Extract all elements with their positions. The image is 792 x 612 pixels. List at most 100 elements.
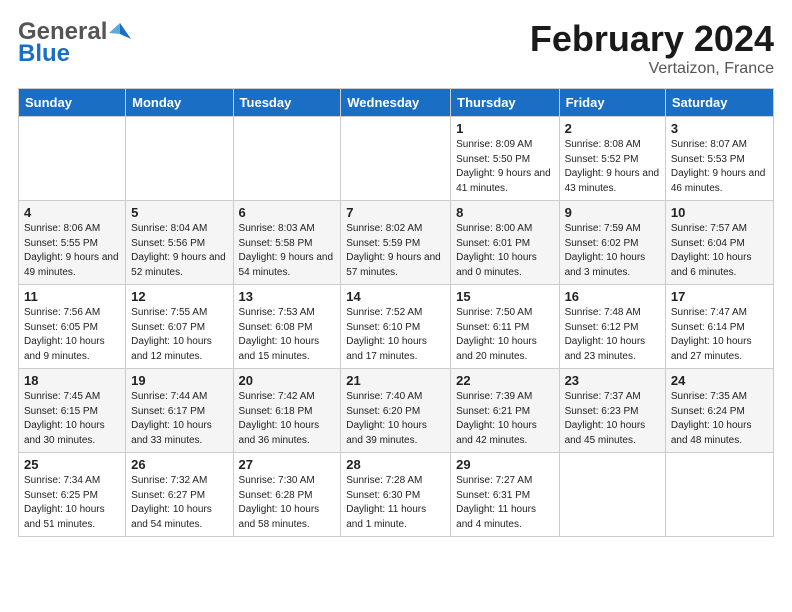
day-cell: 26 Sunrise: 7:32 AMSunset: 6:27 PMDayligh… bbox=[126, 453, 233, 537]
day-info: Sunrise: 7:35 AMSunset: 6:24 PMDaylight:… bbox=[671, 390, 768, 448]
day-header-monday: Monday bbox=[126, 89, 233, 117]
day-number: 16 bbox=[565, 289, 660, 304]
day-cell: 21 Sunrise: 7:40 AMSunset: 6:20 PMDayligh… bbox=[341, 369, 451, 453]
day-cell: 23 Sunrise: 7:37 AMSunset: 6:23 PMDayligh… bbox=[559, 369, 665, 453]
day-cell: 5 Sunrise: 8:04 AMSunset: 5:56 PMDaylight… bbox=[126, 201, 233, 285]
day-info: Sunrise: 7:45 AMSunset: 6:15 PMDaylight:… bbox=[24, 390, 120, 448]
day-number: 11 bbox=[24, 289, 120, 304]
day-info: Sunrise: 7:40 AMSunset: 6:20 PMDaylight:… bbox=[346, 390, 445, 448]
day-number: 26 bbox=[131, 457, 227, 472]
day-cell: 22 Sunrise: 7:39 AMSunset: 6:21 PMDayligh… bbox=[451, 369, 559, 453]
day-number: 7 bbox=[346, 205, 445, 220]
day-info: Sunrise: 7:47 AMSunset: 6:14 PMDaylight:… bbox=[671, 306, 768, 364]
day-cell: 16 Sunrise: 7:48 AMSunset: 6:12 PMDayligh… bbox=[559, 285, 665, 369]
day-info: Sunrise: 7:52 AMSunset: 6:10 PMDaylight:… bbox=[346, 306, 445, 364]
day-number: 28 bbox=[346, 457, 445, 472]
day-info: Sunrise: 8:08 AMSunset: 5:52 PMDaylight:… bbox=[565, 138, 660, 196]
day-info: Sunrise: 8:04 AMSunset: 5:56 PMDaylight:… bbox=[131, 222, 227, 280]
day-info: Sunrise: 7:39 AMSunset: 6:21 PMDaylight:… bbox=[456, 390, 553, 448]
logo-bird-icon bbox=[109, 21, 131, 43]
day-cell: 6 Sunrise: 8:03 AMSunset: 5:58 PMDaylight… bbox=[233, 201, 341, 285]
day-number: 23 bbox=[565, 373, 660, 388]
day-cell: 2 Sunrise: 8:08 AMSunset: 5:52 PMDaylight… bbox=[559, 117, 665, 201]
day-cell bbox=[126, 117, 233, 201]
day-cell bbox=[341, 117, 451, 201]
day-info: Sunrise: 7:34 AMSunset: 6:25 PMDaylight:… bbox=[24, 474, 120, 532]
day-info: Sunrise: 7:50 AMSunset: 6:11 PMDaylight:… bbox=[456, 306, 553, 364]
header: General Blue February 2024 Vertaizon, Fr… bbox=[18, 18, 774, 78]
day-number: 13 bbox=[239, 289, 336, 304]
day-number: 14 bbox=[346, 289, 445, 304]
day-info: Sunrise: 7:32 AMSunset: 6:27 PMDaylight:… bbox=[131, 474, 227, 532]
day-header-thursday: Thursday bbox=[451, 89, 559, 117]
day-number: 29 bbox=[456, 457, 553, 472]
day-cell: 20 Sunrise: 7:42 AMSunset: 6:18 PMDayligh… bbox=[233, 369, 341, 453]
day-info: Sunrise: 7:48 AMSunset: 6:12 PMDaylight:… bbox=[565, 306, 660, 364]
title-block: February 2024 Vertaizon, France bbox=[530, 18, 774, 78]
week-row-2: 4Sunrise: 8:06 AMSunset: 5:55 PMDaylight… bbox=[19, 201, 774, 285]
day-number: 12 bbox=[131, 289, 227, 304]
day-cell bbox=[233, 117, 341, 201]
page: General Blue February 2024 Vertaizon, Fr… bbox=[0, 0, 792, 547]
day-cell: 15 Sunrise: 7:50 AMSunset: 6:11 PMDayligh… bbox=[451, 285, 559, 369]
day-number: 1 bbox=[456, 121, 553, 136]
calendar-table: SundayMondayTuesdayWednesdayThursdayFrid… bbox=[18, 88, 774, 537]
day-info: Sunrise: 7:53 AMSunset: 6:08 PMDaylight:… bbox=[239, 306, 336, 364]
day-number: 25 bbox=[24, 457, 120, 472]
day-info: Sunrise: 7:56 AMSunset: 6:05 PMDaylight:… bbox=[24, 306, 120, 364]
day-number: 18 bbox=[24, 373, 120, 388]
day-number: 2 bbox=[565, 121, 660, 136]
day-number: 15 bbox=[456, 289, 553, 304]
day-info: Sunrise: 8:07 AMSunset: 5:53 PMDaylight:… bbox=[671, 138, 768, 196]
day-number: 19 bbox=[131, 373, 227, 388]
day-cell: 29 Sunrise: 7:27 AMSunset: 6:31 PMDayligh… bbox=[451, 453, 559, 537]
day-cell: 9Sunrise: 7:59 AMSunset: 6:02 PMDaylight… bbox=[559, 201, 665, 285]
day-cell bbox=[665, 453, 773, 537]
day-number: 6 bbox=[239, 205, 336, 220]
day-number: 5 bbox=[131, 205, 227, 220]
logo-blue: Blue bbox=[18, 40, 70, 68]
day-info: Sunrise: 8:00 AMSunset: 6:01 PMDaylight:… bbox=[456, 222, 553, 280]
day-number: 8 bbox=[456, 205, 553, 220]
day-header-wednesday: Wednesday bbox=[341, 89, 451, 117]
day-cell: 13 Sunrise: 7:53 AMSunset: 6:08 PMDayligh… bbox=[233, 285, 341, 369]
day-number: 3 bbox=[671, 121, 768, 136]
day-cell: 4Sunrise: 8:06 AMSunset: 5:55 PMDaylight… bbox=[19, 201, 126, 285]
day-cell: 7 Sunrise: 8:02 AMSunset: 5:59 PMDaylight… bbox=[341, 201, 451, 285]
day-cell: 3 Sunrise: 8:07 AMSunset: 5:53 PMDaylight… bbox=[665, 117, 773, 201]
day-info: Sunrise: 8:09 AMSunset: 5:50 PMDaylight:… bbox=[456, 138, 553, 196]
day-info: Sunrise: 7:57 AMSunset: 6:04 PMDaylight:… bbox=[671, 222, 768, 280]
day-info: Sunrise: 7:30 AMSunset: 6:28 PMDaylight:… bbox=[239, 474, 336, 532]
day-cell: 1 Sunrise: 8:09 AMSunset: 5:50 PMDaylight… bbox=[451, 117, 559, 201]
day-cell: 19 Sunrise: 7:44 AMSunset: 6:17 PMDayligh… bbox=[126, 369, 233, 453]
day-cell: 18 Sunrise: 7:45 AMSunset: 6:15 PMDayligh… bbox=[19, 369, 126, 453]
day-cell: 17 Sunrise: 7:47 AMSunset: 6:14 PMDayligh… bbox=[665, 285, 773, 369]
logo: General Blue bbox=[18, 18, 131, 68]
day-info: Sunrise: 8:02 AMSunset: 5:59 PMDaylight:… bbox=[346, 222, 445, 280]
day-cell: 28 Sunrise: 7:28 AMSunset: 6:30 PMDayligh… bbox=[341, 453, 451, 537]
day-header-tuesday: Tuesday bbox=[233, 89, 341, 117]
day-cell: 25 Sunrise: 7:34 AMSunset: 6:25 PMDayligh… bbox=[19, 453, 126, 537]
day-info: Sunrise: 7:27 AMSunset: 6:31 PMDaylight:… bbox=[456, 474, 553, 532]
week-row-3: 11 Sunrise: 7:56 AMSunset: 6:05 PMDayligh… bbox=[19, 285, 774, 369]
day-info: Sunrise: 7:28 AMSunset: 6:30 PMDaylight:… bbox=[346, 474, 445, 532]
day-number: 27 bbox=[239, 457, 336, 472]
month-title: February 2024 bbox=[530, 18, 774, 60]
day-number: 22 bbox=[456, 373, 553, 388]
day-number: 17 bbox=[671, 289, 768, 304]
week-row-1: 1 Sunrise: 8:09 AMSunset: 5:50 PMDaylight… bbox=[19, 117, 774, 201]
day-info: Sunrise: 8:03 AMSunset: 5:58 PMDaylight:… bbox=[239, 222, 336, 280]
day-info: Sunrise: 7:37 AMSunset: 6:23 PMDaylight:… bbox=[565, 390, 660, 448]
day-cell: 11 Sunrise: 7:56 AMSunset: 6:05 PMDayligh… bbox=[19, 285, 126, 369]
day-number: 10 bbox=[671, 205, 768, 220]
day-cell: 8 Sunrise: 8:00 AMSunset: 6:01 PMDaylight… bbox=[451, 201, 559, 285]
day-number: 21 bbox=[346, 373, 445, 388]
day-info: Sunrise: 7:44 AMSunset: 6:17 PMDaylight:… bbox=[131, 390, 227, 448]
day-info: Sunrise: 7:59 AMSunset: 6:02 PMDaylight:… bbox=[565, 222, 660, 280]
day-info: Sunrise: 7:42 AMSunset: 6:18 PMDaylight:… bbox=[239, 390, 336, 448]
day-number: 20 bbox=[239, 373, 336, 388]
day-cell: 14 Sunrise: 7:52 AMSunset: 6:10 PMDayligh… bbox=[341, 285, 451, 369]
day-info: Sunrise: 8:06 AMSunset: 5:55 PMDaylight:… bbox=[24, 222, 120, 280]
day-header-friday: Friday bbox=[559, 89, 665, 117]
week-row-5: 25 Sunrise: 7:34 AMSunset: 6:25 PMDayligh… bbox=[19, 453, 774, 537]
